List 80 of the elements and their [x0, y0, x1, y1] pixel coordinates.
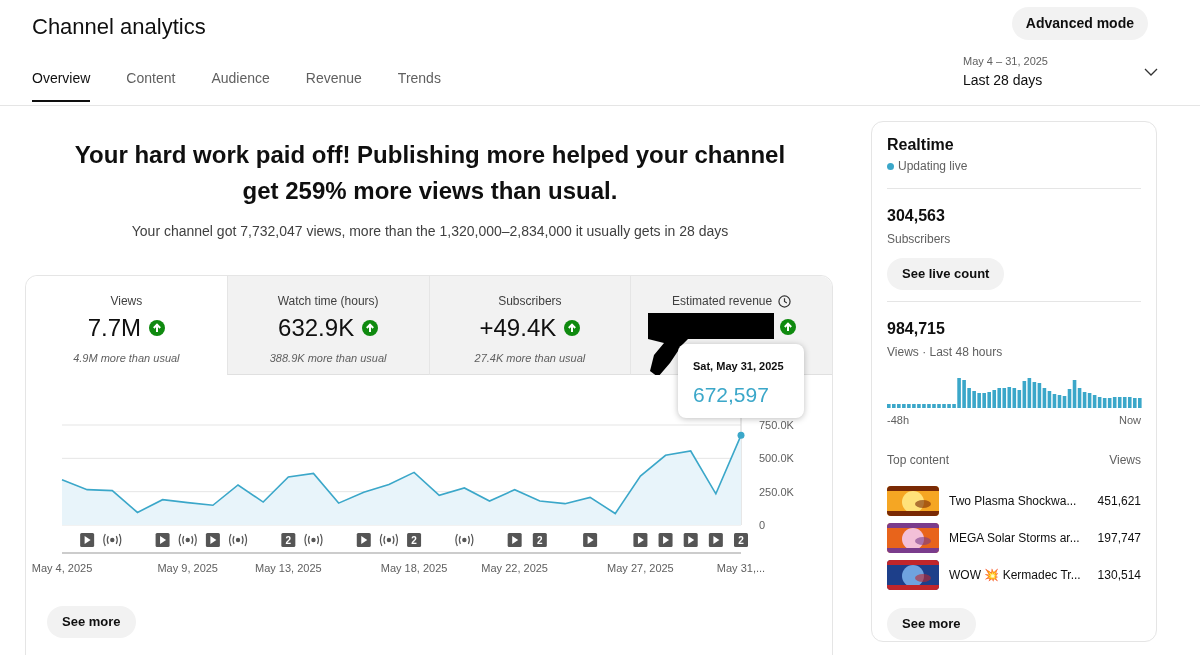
metric-label: Views: [110, 293, 143, 310]
tab[interactable]: Overview: [32, 68, 91, 102]
live-icon[interactable]: [379, 533, 399, 547]
metric-note: 388.9K more than usual: [269, 351, 387, 366]
advanced-mode-button[interactable]: Advanced mode: [1011, 7, 1148, 40]
video-icon[interactable]: [683, 533, 698, 547]
page-title: Channel analytics: [32, 13, 207, 41]
subscriber-count: 304,563: [887, 206, 946, 226]
metric-value: 7.7M: [87, 313, 142, 343]
realtime-title: Realtime: [887, 135, 955, 155]
video-icon[interactable]: [708, 533, 723, 547]
metric-note: 4.9M more than usual: [73, 351, 180, 366]
video-icon[interactable]: [507, 533, 522, 547]
y-axis-label: 500.0K: [759, 452, 794, 465]
video-icon[interactable]: [658, 533, 673, 547]
x-axis-label: May 13, 2025: [255, 562, 322, 574]
headline: Your hard work paid off! Publishing more helped your channel get 259% more views than usual.: [73, 140, 787, 206]
live-icon[interactable]: [304, 533, 323, 547]
video-icon[interactable]: [583, 533, 598, 547]
views-column-heading: Views: [1109, 451, 1141, 469]
video-views: 130,514: [1097, 566, 1141, 584]
x-axis-label: May 4, 2025: [31, 562, 93, 574]
video-icon[interactable]: [205, 533, 220, 547]
clock-icon: [778, 294, 792, 308]
x-axis-label: May 18, 2025: [380, 562, 448, 574]
axis-start-label: -48h: [887, 413, 910, 428]
video-views: 451,621: [1097, 492, 1141, 510]
metric-tab[interactable]: Subscribers +49.4K 27.4K more than usual: [428, 276, 631, 375]
summary-text: Your channel got 7,732,047 views, more than the 1,320,000–2,834,000 it usually gets in 28 days: [131, 222, 729, 241]
video-title: Two Plasma Shockwa...: [949, 492, 1077, 510]
video-icon[interactable]: [80, 533, 95, 547]
metric-value: +49.4K: [479, 313, 557, 343]
tab[interactable]: Content: [126, 68, 176, 102]
video-icon[interactable]: [356, 533, 371, 547]
tab[interactable]: Revenue: [305, 68, 362, 102]
top-content-row[interactable]: WOW 💥 Kermadec Tr... 130,514: [887, 559, 1141, 590]
metric-label: Subscribers: [498, 293, 562, 310]
tooltip-value: 672,597: [693, 381, 770, 408]
x-axis-label: May 31,...: [716, 562, 766, 574]
x-axis-label: May 22, 2025: [481, 562, 548, 574]
data-point: [737, 431, 745, 439]
metric-label: Watch time (hours): [277, 293, 379, 310]
live-icon[interactable]: [103, 533, 122, 547]
metric-tab[interactable]: Watch time (hours) 632.9K 388.9K more than usual: [226, 276, 429, 375]
top-content-row[interactable]: MEGA Solar Storms ar... 197,747: [887, 522, 1141, 553]
y-axis-label: 0: [759, 519, 766, 531]
live-icon[interactable]: [178, 533, 197, 547]
video-views: 197,747: [1097, 529, 1141, 547]
metric-label: Estimated revenue: [672, 293, 773, 310]
axis-end-label: Now: [1119, 413, 1141, 428]
video-count-icon[interactable]: 2: [407, 533, 422, 547]
x-axis-label: May 9, 2025: [157, 562, 218, 574]
live-icon[interactable]: [228, 533, 248, 547]
views-label: Views · Last 48 hours: [887, 344, 1004, 361]
tab[interactable]: Audience: [211, 68, 270, 102]
live-icon[interactable]: [455, 533, 474, 547]
video-icon[interactable]: [633, 533, 648, 547]
video-count-icon[interactable]: 2: [734, 533, 748, 547]
x-axis-label: May 27, 2025: [607, 562, 674, 574]
metric-note: 27.4K more than usual: [474, 351, 586, 366]
live-status: Updating live: [898, 158, 968, 175]
chevron-down-icon: [1144, 67, 1158, 76]
video-count-icon[interactable]: 2: [532, 533, 547, 547]
see-more-button[interactable]: See more: [47, 606, 136, 638]
video-icon[interactable]: [155, 533, 170, 547]
date-range-picker[interactable]: May 4 – 31, 2025 Last 28 days: [963, 53, 1158, 91]
y-axis-label: 250.0K: [759, 485, 794, 498]
top-content-heading: Top content: [887, 451, 950, 469]
subscriber-label: Subscribers: [887, 231, 952, 248]
see-more-button[interactable]: See more: [887, 607, 976, 640]
y-axis-label: 750.0K: [759, 419, 794, 431]
video-count-icon[interactable]: 2: [281, 533, 296, 547]
tab[interactable]: Trends: [397, 68, 441, 102]
video-title: WOW 💥 Kermadec Tr...: [949, 566, 1081, 584]
tooltip-date: Sat, May 31, 2025: [693, 359, 785, 374]
views-count: 984,715: [887, 319, 946, 339]
top-content-row[interactable]: Two Plasma Shockwa... 451,621: [887, 485, 1141, 516]
see-live-count-button[interactable]: See live count: [887, 258, 1005, 290]
metric-value: 632.9K: [278, 313, 355, 343]
video-title: MEGA Solar Storms ar...: [949, 529, 1080, 547]
